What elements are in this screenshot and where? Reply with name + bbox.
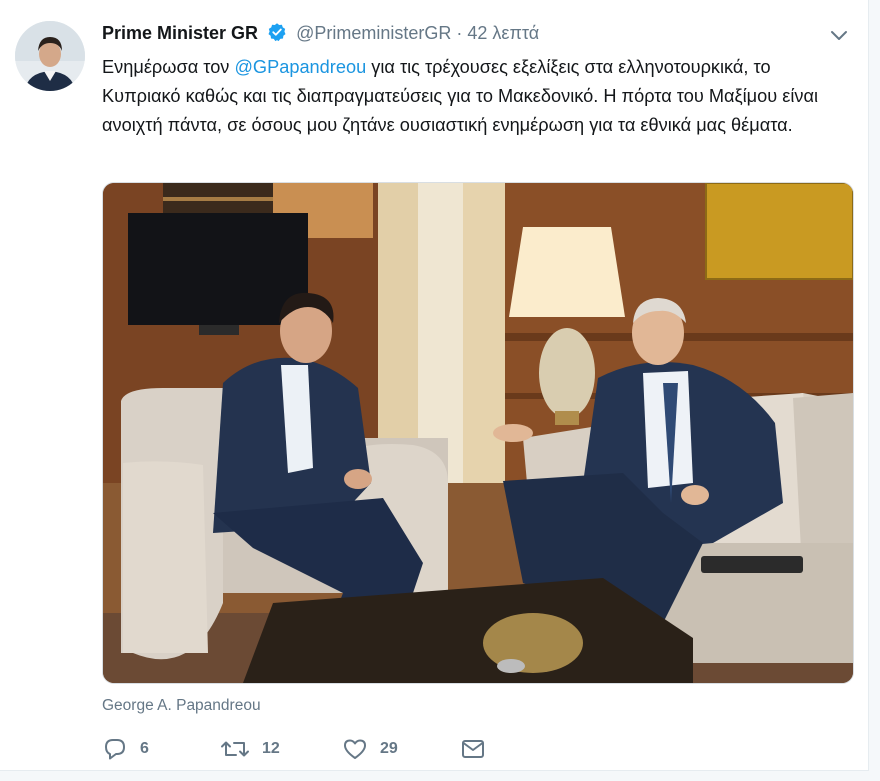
chevron-down-icon[interactable] <box>826 22 852 48</box>
avatar-image <box>15 21 85 91</box>
tweet-card[interactable]: Prime Minister GR @PrimeministerGR · 42 … <box>0 0 869 771</box>
retweet-count: 12 <box>262 740 280 757</box>
reply-count: 6 <box>140 740 149 757</box>
timestamp[interactable]: 42 λεπτά <box>467 23 539 43</box>
like-button[interactable]: 29 <box>342 736 398 762</box>
reply-button[interactable]: 6 <box>102 736 149 762</box>
tweet-photo[interactable] <box>102 182 854 684</box>
tweet-text-start: Ενημέρωσα τον <box>102 57 235 77</box>
heart-icon <box>344 739 366 759</box>
user-handle[interactable]: @PrimeministerGR <box>296 23 451 43</box>
like-count: 29 <box>380 740 398 757</box>
tweet-text: Ενημέρωσα τον @GPapandreou για τις τρέχο… <box>102 53 852 140</box>
envelope-icon <box>462 740 484 758</box>
retweet-icon <box>221 741 249 757</box>
reply-icon <box>105 739 125 760</box>
avatar[interactable] <box>15 21 85 91</box>
retweet-button[interactable]: 12 <box>220 736 280 762</box>
direct-message-button[interactable] <box>460 736 486 762</box>
photo-image <box>103 183 853 683</box>
tweet-header: Prime Minister GR @PrimeministerGR · 42 … <box>102 21 539 48</box>
mention-link[interactable]: @GPapandreou <box>234 57 366 77</box>
header-separator: · <box>456 23 463 43</box>
display-name[interactable]: Prime Minister GR <box>102 23 258 43</box>
photo-caption[interactable]: George A. Papandreou <box>102 697 261 715</box>
verified-badge-icon <box>267 22 287 48</box>
